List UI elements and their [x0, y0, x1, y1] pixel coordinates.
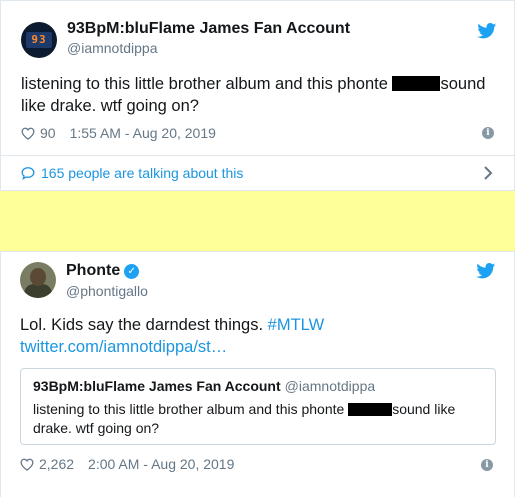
tweet-url-link[interactable]: twitter.com/iamnotdippa/st…: [20, 338, 227, 356]
author-handle[interactable]: @phontigallo: [66, 283, 148, 299]
redaction-bar: [392, 76, 441, 91]
tweet-meta: 90 1:55 AM - Aug 20, 2019: [21, 125, 216, 141]
avatar-body: [24, 284, 52, 298]
divider: [1, 155, 514, 156]
tweet-card-1: 93 93BpM:bluFlame James Fan Account @iam…: [0, 0, 515, 191]
conversation-count: 165 people are talking about this: [41, 165, 244, 181]
tweet-text: listening to this little brother album a…: [21, 73, 491, 117]
hashtag-link[interactable]: #MTLW: [268, 316, 325, 334]
quoted-author: 93BpM:bluFlame James Fan Account @iamnotd…: [33, 378, 375, 394]
author-name[interactable]: 93BpM:bluFlame James Fan Account: [67, 20, 350, 38]
redaction-bar: [348, 403, 393, 416]
quoted-text-part: listening to this little brother album a…: [33, 401, 349, 417]
quoted-author-handle: @iamnotdippa: [284, 378, 376, 394]
quoted-tweet[interactable]: 93BpM:bluFlame James Fan Account @iamnotd…: [20, 368, 496, 445]
heart-icon[interactable]: [20, 458, 34, 471]
heart-icon[interactable]: [21, 127, 35, 140]
avatar[interactable]: [20, 262, 56, 298]
quoted-text: listening to this little brother album a…: [33, 400, 483, 438]
tweet-text: Lol. Kids say the darndest things. #MTLW…: [20, 314, 490, 358]
author-name-text: Phonte: [66, 262, 121, 279]
timestamp[interactable]: 1:55 AM - Aug 20, 2019: [70, 125, 216, 141]
verified-badge-icon: ✓: [124, 264, 140, 279]
info-icon[interactable]: i: [481, 459, 493, 471]
timestamp[interactable]: 2:00 AM - Aug 20, 2019: [88, 456, 234, 472]
avatar[interactable]: 93: [21, 22, 57, 58]
quoted-author-name: 93BpM:bluFlame James Fan Account: [33, 378, 281, 394]
like-count[interactable]: 2,262: [39, 456, 74, 472]
avatar-head: [30, 268, 46, 286]
info-icon[interactable]: i: [482, 127, 494, 139]
speech-bubble-icon: [21, 167, 35, 180]
like-count[interactable]: 90: [40, 125, 56, 141]
author-name[interactable]: Phonte ✓: [66, 262, 140, 280]
chevron-right-icon[interactable]: [483, 165, 493, 181]
twitter-bird-icon[interactable]: [476, 263, 496, 279]
avatar-digits: 93: [26, 32, 52, 48]
conversation-link[interactable]: 165 people are talking about this: [21, 165, 243, 181]
tweet-meta: 2,262 2:00 AM - Aug 20, 2019: [20, 456, 234, 472]
highlight-band: [0, 191, 515, 251]
tweet-text-part: Lol. Kids say the darndest things.: [20, 316, 268, 334]
twitter-bird-icon[interactable]: [477, 23, 497, 39]
tweet-text-part: listening to this little brother album a…: [21, 75, 393, 93]
author-handle[interactable]: @iamnotdippa: [67, 40, 158, 56]
